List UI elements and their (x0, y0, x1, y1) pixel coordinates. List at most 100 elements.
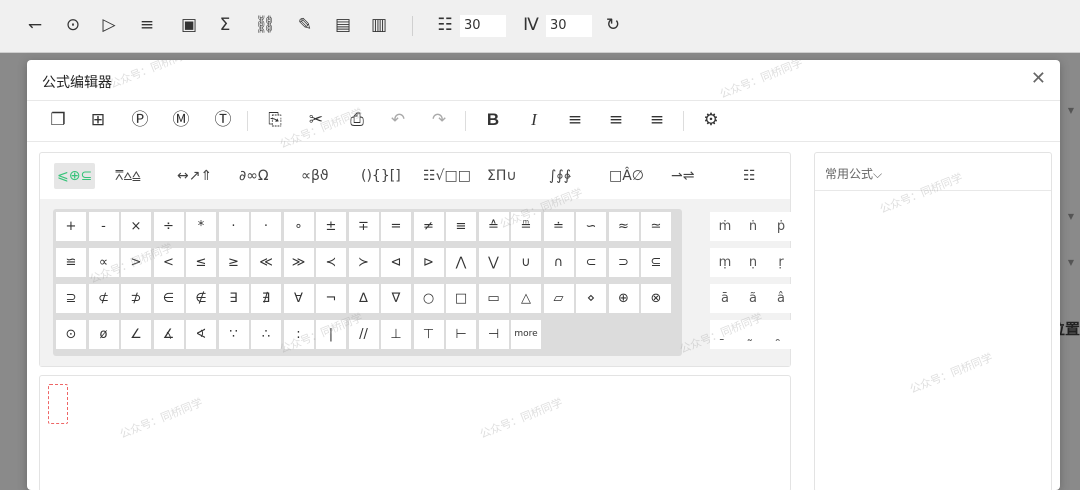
refresh-icon[interactable]: ↻ (600, 12, 626, 38)
symbol-button[interactable]: □ (446, 284, 476, 313)
symbol-button[interactable]: - (88, 212, 119, 241)
symbol-button[interactable]: ≺ (316, 248, 346, 277)
symbol-button[interactable]: ∈ (153, 284, 184, 313)
symbol-button[interactable]: ⊕ (608, 284, 639, 313)
tab-decorations[interactable]: □Â∅ (606, 163, 647, 189)
symbol-button[interactable]: ∇ (381, 284, 411, 313)
symbol-button[interactable]: ≃ (641, 212, 671, 241)
symbol-button[interactable]: ⊄ (88, 284, 119, 313)
accent-button[interactable]: ṇ (738, 248, 768, 277)
undo-icon[interactable]: ↶ (385, 107, 411, 133)
symbol-button[interactable]: ≪ (251, 248, 281, 277)
symbol-button[interactable]: ∴ (251, 320, 281, 349)
symbol-button[interactable]: ∃ (218, 284, 249, 313)
tab-labeled-arrows[interactable]: ⇀⇌ (668, 163, 697, 189)
symbol-button[interactable]: ∘ (283, 212, 314, 241)
tab-relations[interactable]: ⩽⊕⊆ (54, 163, 96, 189)
speech-icon[interactable]: ▤ (330, 12, 356, 38)
symbol-button[interactable]: ⊙ (56, 320, 86, 349)
symbol-button[interactable]: + (56, 212, 86, 241)
shape-icon[interactable]: ▷ (96, 12, 122, 38)
symbol-button[interactable]: △ (511, 284, 541, 313)
common-formulas-dropdown[interactable]: 常用公式⌵ (825, 165, 882, 182)
symbol-button[interactable]: ⊂ (576, 248, 606, 277)
copy-icon[interactable]: ⎘ (262, 107, 288, 133)
formula-edit-area[interactable] (39, 375, 791, 490)
symbol-button[interactable]: ≈ (608, 212, 639, 241)
symbol-button[interactable]: ⊗ (641, 284, 671, 313)
symbol-button[interactable]: ∽ (576, 212, 606, 241)
comment-icon[interactable]: ⊙ (60, 12, 86, 38)
symbol-button[interactable]: ∉ (186, 284, 216, 313)
symbol-button[interactable]: ∓ (348, 212, 379, 241)
tab-integrals[interactable]: ∫∮∳ (546, 163, 574, 189)
align-center-icon[interactable]: ≡ (603, 107, 629, 133)
new-icon[interactable]: ⊞ (85, 107, 111, 133)
tab-misc[interactable]: ∂∞Ω (236, 163, 272, 189)
symbol-button[interactable]: ∩ (543, 248, 574, 277)
undo-redo-icon[interactable]: ↽ (22, 12, 48, 38)
redo-icon[interactable]: ↷ (426, 107, 452, 133)
symbol-button[interactable]: ≌ (56, 248, 86, 277)
symbol-button[interactable]: ⊇ (56, 284, 86, 313)
symbol-button[interactable]: ≐ (543, 212, 574, 241)
more-symbols-button[interactable]: more (511, 320, 541, 349)
symbol-button[interactable]: ¬ (316, 284, 346, 313)
row-spacing-input[interactable]: 30 (546, 15, 592, 37)
accent-button[interactable]: ã (738, 284, 768, 313)
panel-icon[interactable]: ▥ (366, 12, 392, 38)
symbol-button[interactable]: ø (88, 320, 119, 349)
symbol-button[interactable]: · (251, 212, 281, 241)
image-icon[interactable]: ▣ (176, 12, 202, 38)
symbol-button[interactable]: ⊅ (121, 284, 151, 313)
symbol-button[interactable]: ∪ (511, 248, 541, 277)
accent-button[interactable]: ṃ (710, 248, 740, 277)
column-spacing-input[interactable]: 30 (460, 15, 506, 37)
italic-icon[interactable]: I (521, 107, 547, 133)
accent-button[interactable]: ṁ (710, 212, 740, 241)
symbol-button[interactable]: * (186, 212, 216, 241)
symbol-button[interactable]: ⊥ (381, 320, 411, 349)
tab-sums[interactable]: ΣΠ∪ (484, 163, 520, 189)
open-folder-icon[interactable]: ❐ (45, 107, 71, 133)
symbol-button[interactable]: ∵ (218, 320, 249, 349)
list-icon[interactable]: ≡ (134, 12, 160, 38)
tab-arrows[interactable]: ↔↗⇑ (174, 163, 215, 189)
symbol-button[interactable]: ∢ (186, 320, 216, 349)
symbol-button[interactable]: ⋁ (478, 248, 509, 277)
link-icon[interactable]: ⛓ (252, 12, 278, 38)
tab-matrices[interactable]: ☷ (740, 163, 759, 189)
symbol-button[interactable]: ∀ (283, 284, 314, 313)
bold-icon[interactable]: B (480, 107, 506, 133)
symbol-button[interactable]: ÷ (153, 212, 184, 241)
insert-t-icon[interactable]: Ⓣ (210, 107, 236, 133)
align-left-icon[interactable]: ≡ (562, 107, 588, 133)
symbol-button[interactable]: ⊤ (413, 320, 444, 349)
symbol-button[interactable]: × (121, 212, 151, 241)
symbol-button[interactable]: ⊆ (641, 248, 671, 277)
insert-p-icon[interactable]: Ⓟ (127, 107, 153, 133)
symbol-button[interactable]: ≠ (413, 212, 444, 241)
accent-button[interactable]: ̯ (766, 320, 796, 349)
symbol-button[interactable]: ⊳ (413, 248, 444, 277)
align-right-icon[interactable]: ≡ (644, 107, 670, 133)
symbol-button[interactable]: ⊢ (446, 320, 476, 349)
symbol-button[interactable]: ≤ (186, 248, 216, 277)
symbol-button[interactable]: ▱ (543, 284, 574, 313)
symbol-button[interactable]: ± (316, 212, 346, 241)
formula-placeholder-box[interactable] (48, 384, 68, 424)
tab-fractions[interactable]: ☷√□□ (420, 163, 474, 189)
symbol-button[interactable]: ∆ (348, 284, 379, 313)
symbol-button[interactable]: ⊃ (608, 248, 639, 277)
symbol-button[interactable]: ∠ (121, 320, 151, 349)
symbol-button[interactable]: ≻ (348, 248, 379, 277)
accent-button[interactable]: ṅ (738, 212, 768, 241)
symbol-button[interactable]: ⊲ (381, 248, 411, 277)
symbol-button[interactable]: ▭ (478, 284, 509, 313)
tab-brackets[interactable]: (){}[] (358, 163, 404, 189)
symbol-button[interactable]: · (218, 212, 249, 241)
symbol-button[interactable]: ≡ (446, 212, 476, 241)
symbol-button[interactable]: ⋄ (576, 284, 606, 313)
accent-button[interactable]: ṛ (766, 248, 796, 277)
symbol-button[interactable]: ≫ (283, 248, 314, 277)
